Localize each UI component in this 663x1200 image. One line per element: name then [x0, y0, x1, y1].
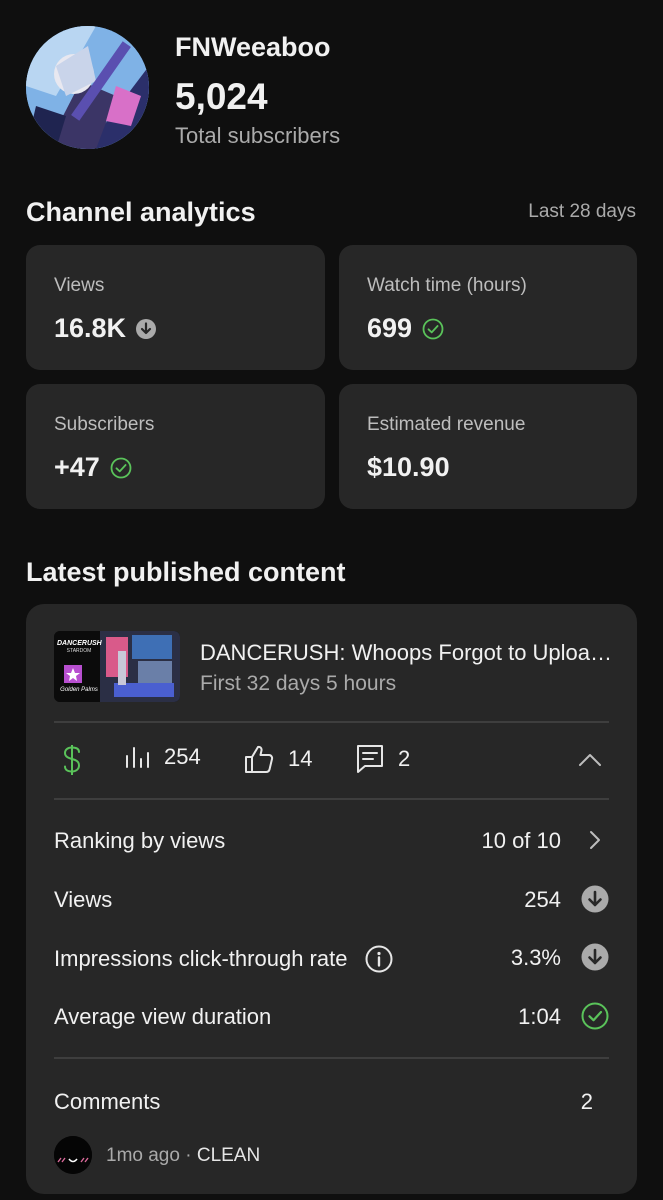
card-value: 699: [367, 313, 413, 343]
check-circle-icon: [422, 318, 444, 339]
card-value: $10.90: [367, 452, 450, 482]
subscriber-label: Total subscribers: [175, 123, 341, 148]
card-label: Views: [54, 275, 105, 296]
card-label: Estimated revenue: [367, 414, 526, 435]
comments-stat[interactable]: 2: [356, 744, 410, 774]
card-value: +47: [54, 452, 100, 482]
likes-stat[interactable]: 14: [244, 744, 312, 774]
card-label: Subscribers: [54, 414, 155, 435]
metric-label: Average view duration: [54, 1004, 272, 1029]
ctr-row: Impressions click-through rate 3.3%: [54, 941, 609, 973]
comments-total: 2: [580, 1089, 593, 1114]
metric-label: Impressions click-through rate: [54, 946, 348, 971]
arrow-down-circle-icon: [581, 943, 609, 971]
likes-count: 14: [288, 746, 313, 771]
views-stat[interactable]: 254: [124, 744, 201, 770]
avg-duration-row: Average view duration 1:04: [54, 1000, 609, 1032]
metric-value: 1:04: [518, 1004, 561, 1029]
thumbnail-logo-sub: STARDOM: [66, 648, 92, 654]
check-circle-icon: [110, 457, 132, 478]
card-label: Watch time (hours): [367, 275, 527, 296]
ranking-row[interactable]: Ranking by views 10 of 10: [54, 824, 609, 856]
divider: [54, 798, 609, 800]
divider: [54, 721, 609, 723]
metric-value: 10 of 10: [481, 828, 561, 853]
card-value: 16.8K: [54, 313, 127, 343]
video-thumbnail[interactable]: DANCERUSH STARDOM Golden Palms: [54, 631, 180, 702]
video-title[interactable]: DANCERUSH: Whoops Forgot to Uploa…: [200, 640, 612, 666]
revenue-stat[interactable]: [62, 744, 82, 776]
views-row: Views 254: [54, 883, 609, 915]
views-card[interactable]: Views 16.8K: [26, 245, 325, 370]
comments-label: Comments: [54, 1089, 161, 1114]
metric-value: 254: [524, 887, 561, 912]
thumbnail-caption: Golden Palms: [60, 687, 98, 693]
watch-time-card[interactable]: Watch time (hours) 699: [339, 245, 637, 370]
chevron-up-icon: [579, 754, 601, 766]
comment-icon: [357, 745, 383, 773]
metric-label: Views: [54, 887, 113, 912]
arrow-down-circle-icon: [581, 885, 609, 913]
latest-content-card: DANCERUSH STARDOM Golden Palms DANCERUSH…: [26, 604, 637, 1194]
metric-value: 3.3%: [510, 945, 561, 970]
latest-comment-meta: 1mo ago · CLEAN: [106, 1145, 260, 1167]
metric-label: Ranking by views: [54, 828, 226, 853]
chevron-right-icon: [590, 831, 600, 849]
collapse-button[interactable]: [577, 752, 603, 773]
analytics-period[interactable]: Last 28 days: [528, 201, 636, 223]
divider: [54, 1057, 609, 1059]
views-count: 254: [164, 744, 201, 769]
channel-avatar[interactable]: [26, 26, 149, 149]
bar-chart-icon: [126, 747, 149, 768]
revenue-card[interactable]: Estimated revenue $10.90: [339, 384, 637, 509]
comment-text: CLEAN: [196, 1145, 261, 1166]
thumbs-up-icon: [245, 745, 274, 773]
dollar-icon: [63, 745, 81, 775]
avatar-art: [26, 26, 149, 149]
commenter-avatar[interactable]: [54, 1136, 92, 1174]
thumbnail-logo: DANCERUSH: [57, 640, 102, 647]
comments-count: 2: [398, 746, 411, 771]
latest-content-title: Latest published content: [26, 557, 346, 587]
analytics-title: Channel analytics: [26, 197, 256, 227]
meta-separator: ·: [185, 1145, 197, 1166]
arrow-down-circle-icon: [136, 318, 157, 339]
info-icon[interactable]: [365, 945, 393, 973]
check-circle-icon: [581, 1002, 609, 1030]
video-subtitle: First 32 days 5 hours: [200, 672, 397, 695]
subscribers-card[interactable]: Subscribers +47: [26, 384, 325, 509]
subscriber-count: 5,024: [175, 76, 268, 117]
comment-time: 1mo ago: [106, 1145, 180, 1166]
comments-row[interactable]: Comments 2: [54, 1085, 609, 1117]
avatar-face-icon: [54, 1136, 92, 1174]
channel-name: FNWeeaboo: [175, 32, 331, 62]
